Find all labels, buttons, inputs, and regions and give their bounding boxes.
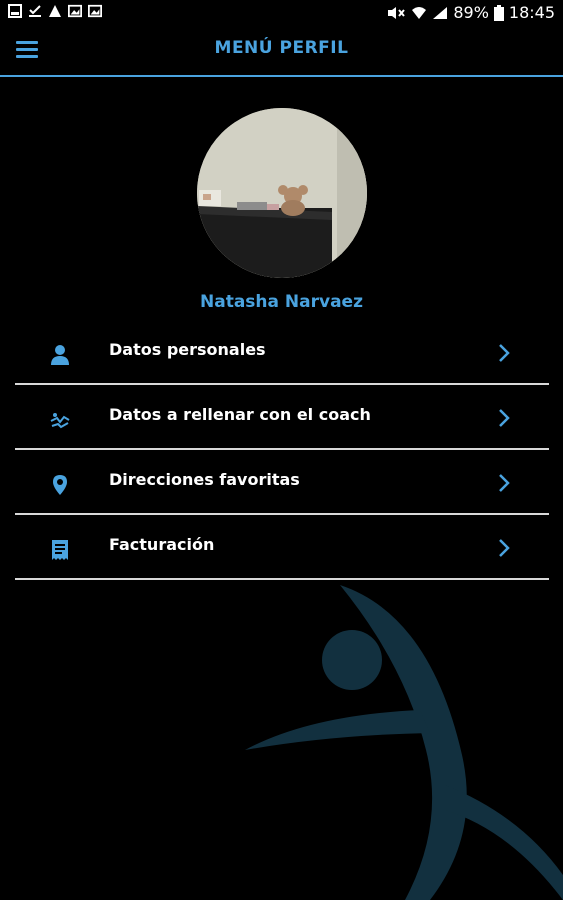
coach-icon bbox=[50, 413, 70, 429]
menu-item-label: Direcciones favoritas bbox=[109, 470, 300, 489]
receipt-icon bbox=[52, 540, 68, 560]
person-icon bbox=[51, 345, 69, 365]
menu-item-label: Facturación bbox=[109, 535, 215, 554]
avatar-photo bbox=[197, 108, 367, 278]
battery-percent: 89% bbox=[453, 3, 489, 22]
chevron-right-icon bbox=[499, 344, 510, 362]
app-bar-divider bbox=[0, 75, 563, 77]
gallery-icon-2 bbox=[88, 4, 102, 18]
chevron-right-icon bbox=[499, 409, 510, 427]
mute-icon bbox=[388, 6, 406, 19]
battery-icon bbox=[493, 4, 504, 21]
chevron-right-icon bbox=[499, 474, 510, 492]
wifi-icon bbox=[412, 6, 427, 19]
menu-item-label: Datos a rellenar con el coach bbox=[109, 405, 371, 424]
signal-icon bbox=[433, 6, 448, 19]
menu-item-datos-coach[interactable]: Datos a rellenar con el coach bbox=[15, 385, 549, 450]
warning-icon bbox=[49, 5, 61, 17]
notification-icons bbox=[8, 4, 102, 18]
system-status: 89% 18:45 bbox=[386, 3, 555, 22]
status-bar: 89% 18:45 bbox=[0, 0, 563, 26]
menu-item-facturacion[interactable]: Facturación bbox=[15, 515, 549, 580]
page-title: MENÚ PERFIL bbox=[214, 38, 349, 58]
chevron-right-icon bbox=[499, 539, 510, 557]
screenshot-icon bbox=[8, 4, 22, 18]
download-done-icon bbox=[29, 5, 41, 17]
menu-item-datos-personales[interactable]: Datos personales bbox=[15, 320, 549, 385]
clock-time: 18:45 bbox=[508, 3, 555, 22]
location-pin-icon bbox=[53, 475, 67, 495]
gallery-icon bbox=[68, 4, 82, 18]
menu-item-direcciones-favoritas[interactable]: Direcciones favoritas bbox=[15, 450, 549, 515]
profile-name: Natasha Narvaez bbox=[200, 292, 363, 312]
avatar[interactable] bbox=[197, 108, 367, 278]
app-bar: MENÚ PERFIL bbox=[0, 26, 563, 76]
brand-watermark-logo bbox=[245, 585, 563, 900]
profile-menu-list: Datos personales Datos a rellenar con el… bbox=[15, 320, 549, 580]
profile-menu-screen: 89% 18:45 MENÚ PERFIL Natasha Narvaez Da… bbox=[0, 0, 563, 900]
menu-item-label: Datos personales bbox=[109, 340, 266, 359]
